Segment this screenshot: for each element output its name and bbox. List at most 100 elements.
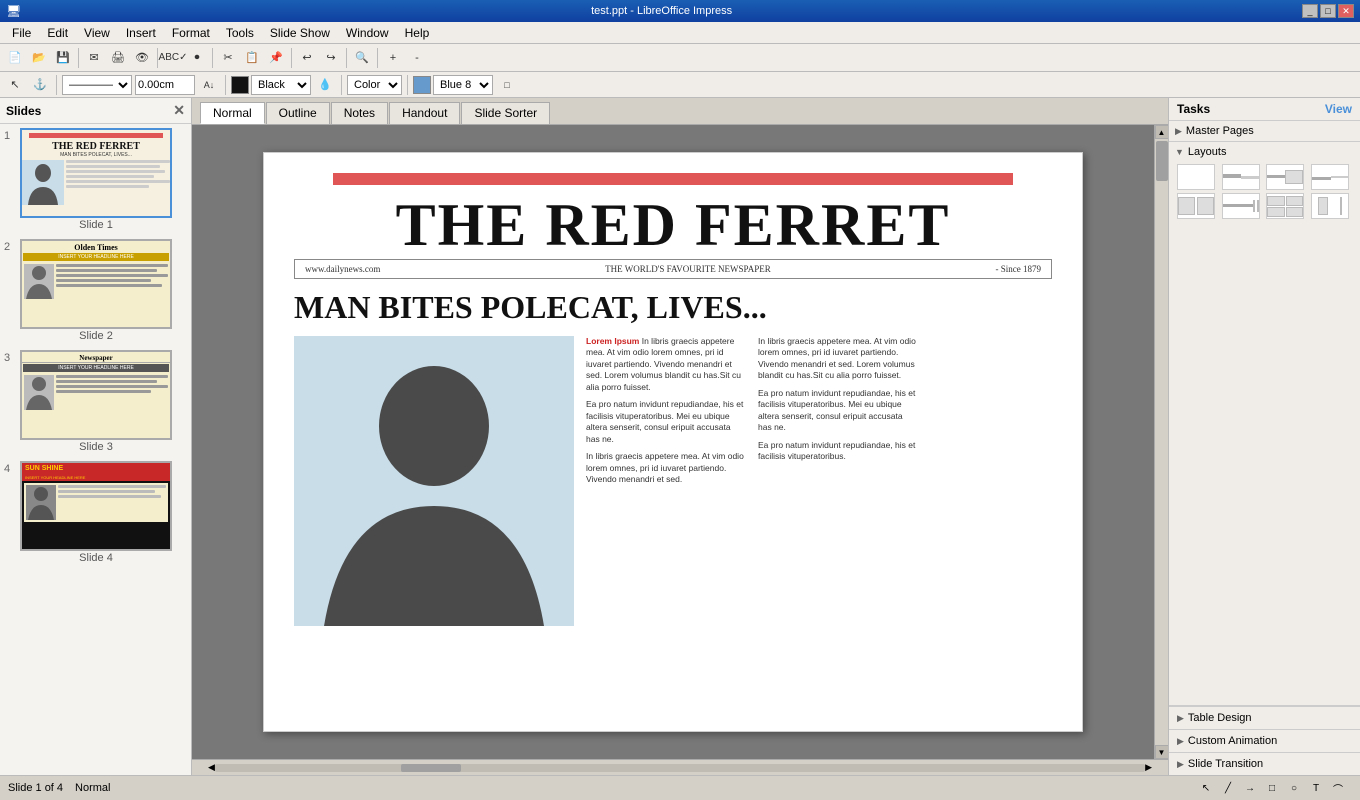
view-label[interactable]: View — [1325, 102, 1352, 116]
horizontal-scrollbar[interactable]: ◀ ▶ — [192, 759, 1168, 775]
ellipse-tool[interactable]: ○ — [1284, 779, 1304, 797]
line-color-button[interactable]: A↓ — [198, 74, 220, 96]
line-width-input[interactable]: 0.00cm — [135, 75, 195, 95]
tab-normal[interactable]: Normal — [200, 102, 265, 124]
scroll-right-button[interactable]: ▶ — [1145, 762, 1152, 773]
col1-p3: In libris graecis appetere mea. At vim o… — [586, 451, 746, 485]
menu-help[interactable]: Help — [397, 24, 438, 42]
redo-button[interactable]: ↪ — [320, 47, 342, 69]
main-area: Slides ✕ 1 THE RED FERRET MAN BITES POLE… — [0, 98, 1360, 775]
print-button[interactable]: 🖨 — [107, 47, 129, 69]
record-button[interactable]: ⏺ — [186, 47, 208, 69]
color-swatch-black — [231, 76, 249, 94]
menu-file[interactable]: File — [4, 24, 39, 42]
rect-tool[interactable]: □ — [1262, 779, 1282, 797]
layout-content-right[interactable] — [1311, 193, 1349, 219]
text-tool[interactable]: T — [1306, 779, 1326, 797]
separator — [291, 48, 292, 68]
slide-thumb-2[interactable]: Olden Times INSERT YOUR HEADLINE HERE — [20, 239, 172, 329]
menu-tools[interactable]: Tools — [218, 24, 262, 42]
arrow-tool[interactable]: → — [1240, 779, 1260, 797]
slides-panel-close[interactable]: ✕ — [173, 102, 185, 119]
copy-button[interactable]: 📋 — [241, 47, 263, 69]
slide-thumb-4[interactable]: SUN SHINE INSERT YOUR HEADLINE HERE — [20, 461, 172, 551]
menu-format[interactable]: Format — [164, 24, 218, 42]
zoom-in-button[interactable]: + — [382, 47, 404, 69]
open-button[interactable]: 📂 — [28, 47, 50, 69]
curve-tool[interactable]: ⌒ — [1328, 779, 1348, 797]
slide-canvas[interactable]: THE RED FERRET www.dailynews.com THE WOR… — [263, 152, 1083, 732]
undo-button[interactable]: ↩ — [296, 47, 318, 69]
layouts-section[interactable]: ▼ Layouts — [1169, 142, 1360, 706]
slide-item-3[interactable]: 3 Newspaper INSERT YOUR HEADLINE HERE — [4, 350, 187, 453]
menu-window[interactable]: Window — [338, 24, 397, 42]
layout-title[interactable] — [1222, 164, 1260, 190]
paste-button[interactable]: 📌 — [265, 47, 287, 69]
app-title: test.ppt - LibreOffice Impress — [21, 5, 1302, 17]
close-button[interactable]: ✕ — [1338, 4, 1354, 18]
master-pages-section[interactable]: ▶ Master Pages — [1169, 121, 1360, 142]
save-button[interactable]: 💾 — [52, 47, 74, 69]
layout-two-col[interactable] — [1177, 193, 1215, 219]
layout-title-two-col[interactable] — [1222, 193, 1260, 219]
tab-slide-sorter[interactable]: Slide Sorter — [461, 102, 550, 124]
separator — [346, 48, 347, 68]
person-silhouette-3 — [24, 375, 54, 410]
eyedropper-button[interactable]: 💧 — [314, 74, 336, 96]
master-pages-label: Master Pages — [1186, 125, 1254, 137]
line-tool[interactable]: ╱ — [1218, 779, 1238, 797]
tab-outline[interactable]: Outline — [266, 102, 330, 124]
layout-title-content[interactable] — [1266, 164, 1304, 190]
h-scroll-track[interactable] — [215, 764, 1145, 772]
spellcheck-button[interactable]: ABC✓ — [162, 47, 184, 69]
view-tabs: Normal Outline Notes Handout Slide Sorte… — [192, 98, 1168, 125]
blue-select[interactable]: Blue 8 — [433, 75, 493, 95]
h-scroll-thumb[interactable] — [401, 764, 461, 772]
line-style-select[interactable]: ————— — [62, 75, 132, 95]
menu-edit[interactable]: Edit — [39, 24, 76, 42]
layout-centered-text[interactable] — [1311, 164, 1349, 190]
anchor-button[interactable]: ⚓ — [29, 74, 51, 96]
fill-style-select[interactable]: Color — [347, 75, 402, 95]
scroll-down-button[interactable]: ▼ — [1155, 745, 1169, 759]
tab-handout[interactable]: Handout — [389, 102, 460, 124]
layout-4content[interactable] — [1266, 193, 1304, 219]
scroll-track[interactable] — [1155, 139, 1169, 745]
maximize-button[interactable]: □ — [1320, 4, 1336, 18]
slide-thumb-1[interactable]: THE RED FERRET MAN BITES POLECAT, LIVES.… — [20, 128, 172, 218]
menu-slideshow[interactable]: Slide Show — [262, 24, 338, 42]
new-button[interactable]: 📄 — [4, 47, 26, 69]
slide-transition-item[interactable]: ▶ Slide Transition — [1169, 752, 1360, 775]
black-select[interactable]: Black — [251, 75, 311, 95]
canvas-wrapper: THE RED FERRET www.dailynews.com THE WOR… — [192, 125, 1168, 759]
custom-animation-item[interactable]: ▶ Custom Animation — [1169, 729, 1360, 752]
col1-p2: Ea pro natum invidunt repudiandae, his e… — [586, 399, 746, 445]
shadow-button[interactable]: □ — [496, 74, 518, 96]
find-button[interactable]: 🔍 — [351, 47, 373, 69]
tab-notes[interactable]: Notes — [331, 102, 388, 124]
minimize-button[interactable]: _ — [1302, 4, 1318, 18]
cursor-tool[interactable]: ↖ — [1196, 779, 1216, 797]
table-design-arrow: ▶ — [1177, 713, 1184, 724]
scroll-up-button[interactable]: ▲ — [1155, 125, 1169, 139]
zoom-out-button[interactable]: - — [406, 47, 428, 69]
slide-thumb-3[interactable]: Newspaper INSERT YOUR HEADLINE HERE — [20, 350, 172, 440]
scroll-thumb[interactable] — [1156, 141, 1168, 181]
menu-insert[interactable]: Insert — [118, 24, 164, 42]
layout-blank[interactable] — [1177, 164, 1215, 190]
slide-tagline: THE WORLD'S FAVOURITE NEWSPAPER — [605, 264, 771, 274]
slide-item-1[interactable]: 1 THE RED FERRET MAN BITES POLECAT, LIVE… — [4, 128, 187, 231]
table-design-item[interactable]: ▶ Table Design — [1169, 706, 1360, 729]
slide-label-1: Slide 1 — [79, 219, 113, 231]
menu-view[interactable]: View — [76, 24, 118, 42]
preview-button[interactable]: 👁 — [131, 47, 153, 69]
view-area: Normal Outline Notes Handout Slide Sorte… — [192, 98, 1168, 775]
cursor-button[interactable]: ↖ — [4, 74, 26, 96]
window-controls[interactable]: _ □ ✕ — [1302, 4, 1354, 18]
scroll-left-button[interactable]: ◀ — [208, 762, 215, 773]
slide-item-4[interactable]: 4 SUN SHINE INSERT YOUR HEADLINE HERE — [4, 461, 187, 564]
slide-item-2[interactable]: 2 Olden Times INSERT YOUR HEADLINE HERE — [4, 239, 187, 342]
email-button[interactable]: ✉ — [83, 47, 105, 69]
cut-button[interactable]: ✂ — [217, 47, 239, 69]
vertical-scrollbar[interactable]: ▲ ▼ — [1154, 125, 1168, 759]
